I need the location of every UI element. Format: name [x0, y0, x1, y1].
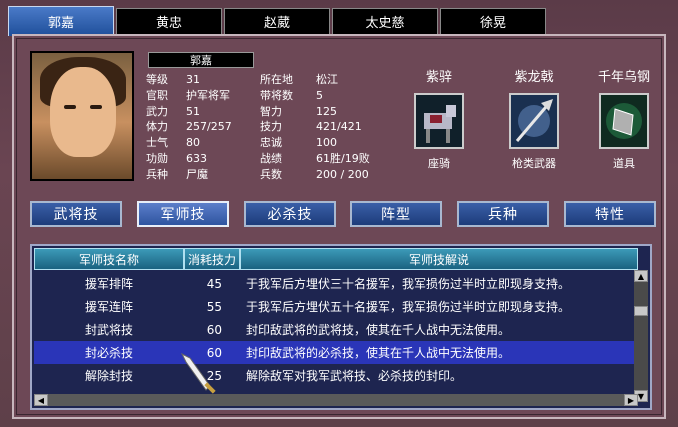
stat-label: 带将数	[260, 88, 293, 102]
skill-desc: 于我军后方埋伏三十名援军，我军损伤过半时立即现身支持。	[246, 277, 571, 291]
tab-general-2[interactable]: 黄忠	[116, 8, 222, 34]
skill-table: 军师技名称 消耗技力 军师技解说 援军排阵 45 于我军后方埋伏三十名援军，我军损伤…	[30, 244, 652, 410]
table-row[interactable]: 援军连阵 55 于我军后方埋伏五十名援军，我军损伤过半时立即现身支持。	[34, 295, 638, 318]
table-row-selected[interactable]: 封必杀技 60 封印敌武将的必杀技，使其在千人战中无法使用。	[34, 341, 638, 364]
skill-name: 封必杀技	[84, 346, 133, 360]
sword-cursor-icon	[180, 352, 216, 394]
stat-label: 官职	[146, 88, 168, 102]
equip-name: 紫骍	[425, 70, 452, 85]
stat-value: 200 / 200	[316, 167, 369, 181]
skill-cost: 45	[206, 276, 222, 291]
scroll-left-icon[interactable]: ◀	[34, 394, 48, 406]
troop-type-button[interactable]: 兵种	[457, 201, 549, 227]
stat-value: 421/421	[316, 120, 362, 134]
stat-label: 等级	[146, 73, 168, 86]
stat-row: 体力 257/257 技力 421/421	[146, 119, 392, 135]
column-header-desc[interactable]: 军师技解说	[240, 248, 638, 270]
stat-value: 100	[316, 136, 337, 150]
skill-name: 解除封技	[84, 369, 133, 383]
tab-general-4[interactable]: 太史慈	[332, 8, 438, 34]
stat-label: 兵数	[260, 167, 282, 181]
skill-desc: 解除敌军对我军武将技、必杀技的封印。	[246, 369, 463, 383]
column-header-name[interactable]: 军师技名称	[34, 248, 184, 270]
equip-type: 道具	[613, 157, 635, 170]
scroll-up-icon[interactable]: ▲	[634, 270, 648, 282]
general-tabs: 郭嘉 黄忠 赵葳 太史慈 徐晃	[8, 6, 548, 36]
skill-name: 封武将技	[84, 323, 133, 337]
stat-value: 633	[186, 151, 207, 165]
stat-value: 31	[186, 73, 200, 86]
stat-label: 技力	[260, 120, 282, 134]
strategist-skill-button[interactable]: 军师技	[137, 201, 229, 227]
column-header-cost[interactable]: 消耗技力	[184, 248, 240, 270]
stat-row: 功勋 633 战绩 61胜/19败	[146, 151, 392, 167]
stat-label: 武力	[146, 104, 168, 118]
tab-general-5[interactable]: 徐晃	[440, 8, 546, 34]
equip-type: 枪类武器	[512, 157, 556, 170]
general-name: 郭嘉	[148, 52, 254, 68]
stat-value: 松江	[316, 73, 338, 86]
equip-mount[interactable]: 紫骍 座骑	[404, 66, 474, 171]
stat-label: 所在地	[260, 73, 293, 86]
formation-button[interactable]: 阵型	[350, 201, 442, 227]
stat-row: 等级 31 所在地 松江	[146, 72, 392, 88]
traits-button[interactable]: 特性	[564, 201, 656, 227]
table-row[interactable]: 封武将技 60 封印敌武将的武将技，使其在千人战中无法使用。	[34, 318, 638, 341]
stat-row: 武力 51 智力 125	[146, 104, 392, 120]
skill-desc: 于我军后方埋伏五十名援军，我军损伤过半时立即现身支持。	[246, 300, 571, 314]
stat-label: 智力	[260, 104, 282, 118]
skill-cost: 60	[206, 322, 222, 337]
equip-type: 座骑	[428, 157, 450, 170]
stat-label: 战绩	[260, 151, 282, 165]
equip-name: 紫龙戟	[514, 70, 554, 85]
general-stats: 等级 31 所在地 松江 官职 护军将军 带将数 5 武力 51 智力 125 体力 257/257…	[146, 72, 392, 183]
special-skill-button[interactable]: 必杀技	[244, 201, 336, 227]
stat-label: 忠诚	[260, 136, 282, 150]
halberd-icon	[509, 93, 559, 149]
scroll-thumb[interactable]	[634, 306, 648, 316]
skill-name: 援军连阵	[84, 300, 133, 314]
stat-row: 官职 护军将军 带将数 5	[146, 88, 392, 104]
table-row[interactable]: 解除封技 25 解除敌军对我军武将技、必杀技的封印。	[34, 364, 638, 387]
stat-label: 体力	[146, 120, 168, 134]
stat-label: 兵种	[146, 167, 168, 181]
stat-value: 5	[316, 88, 323, 102]
stat-value: 护军将军	[186, 88, 230, 102]
stat-value: 51	[186, 104, 200, 118]
skill-cost: 55	[206, 299, 222, 314]
equip-name: 千年乌钢	[597, 70, 650, 85]
table-row[interactable]: 援军排阵 45 于我军后方埋伏三十名援军，我军损伤过半时立即现身支持。	[34, 272, 638, 295]
equip-weapon[interactable]: 紫龙戟 枪类武器	[494, 66, 574, 171]
scroll-right-icon[interactable]: ▶	[624, 394, 638, 406]
tab-general-1[interactable]: 郭嘉	[8, 6, 114, 36]
general-portrait	[30, 51, 134, 181]
stat-label: 士气	[146, 136, 168, 150]
stat-value: 80	[186, 136, 200, 150]
vertical-scrollbar[interactable]: ▲ ▼	[634, 270, 648, 402]
stat-value: 125	[316, 104, 337, 118]
steel-icon	[599, 93, 649, 149]
stat-row: 兵种 尸魔 兵数 200 / 200	[146, 167, 392, 183]
stat-value: 尸魔	[186, 167, 208, 181]
stat-value: 61胜/19败	[316, 151, 370, 165]
skill-desc: 封印敌武将的必杀技，使其在千人战中无法使用。	[246, 346, 511, 360]
stat-label: 功勋	[146, 151, 168, 165]
skill-desc: 封印敌武将的武将技，使其在千人战中无法使用。	[246, 323, 511, 337]
tab-general-3[interactable]: 赵葳	[224, 8, 330, 34]
general-skill-button[interactable]: 武将技	[30, 201, 122, 227]
stat-row: 士气 80 忠诚 100	[146, 135, 392, 151]
stat-value: 257/257	[186, 120, 232, 134]
table-header: 军师技名称 消耗技力 军师技解说	[34, 248, 638, 270]
horse-icon	[414, 93, 464, 149]
horizontal-scrollbar[interactable]: ◀ ▶	[34, 394, 638, 406]
skill-name: 援军排阵	[84, 277, 133, 291]
equip-item[interactable]: 千年乌钢 道具	[584, 66, 664, 171]
